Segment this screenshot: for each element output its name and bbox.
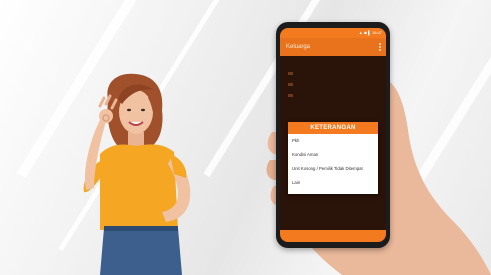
smartphone: ▲ ◆ ▌ 16:47 Keluarga KETERANGAN Pkh Kond… <box>276 22 390 248</box>
app-title: Keluarga <box>286 44 311 50</box>
list-item <box>288 94 293 97</box>
app-bar: Keluarga <box>280 38 386 56</box>
overflow-menu-icon[interactable] <box>379 43 381 51</box>
promo-scene: ▲ ◆ ▌ 16:47 Keluarga KETERANGAN Pkh Kond… <box>0 0 491 275</box>
woman-figure <box>83 73 191 275</box>
status-bar: ▲ ◆ ▌ 16:47 <box>280 28 386 38</box>
dialog-option-lain[interactable]: Lain <box>288 176 378 190</box>
list-item <box>288 83 293 86</box>
background-list <box>288 72 293 105</box>
dialog-option-kondisi-aman[interactable]: Kondisi Aman <box>288 148 378 162</box>
dialog-option-unit-kosong[interactable]: Unit Kosong / Pemilik Tidak Ditempat <box>288 162 378 176</box>
dialog-title: KETERANGAN <box>288 122 378 134</box>
list-item <box>288 72 293 75</box>
keterangan-dialog: KETERANGAN Pkh Kondisi Aman Unit Kosong … <box>288 122 378 194</box>
bottom-bar <box>280 230 386 242</box>
dialog-option-pkh[interactable]: Pkh <box>288 134 378 148</box>
phone-screen: ▲ ◆ ▌ 16:47 Keluarga KETERANGAN Pkh Kond… <box>280 28 386 242</box>
